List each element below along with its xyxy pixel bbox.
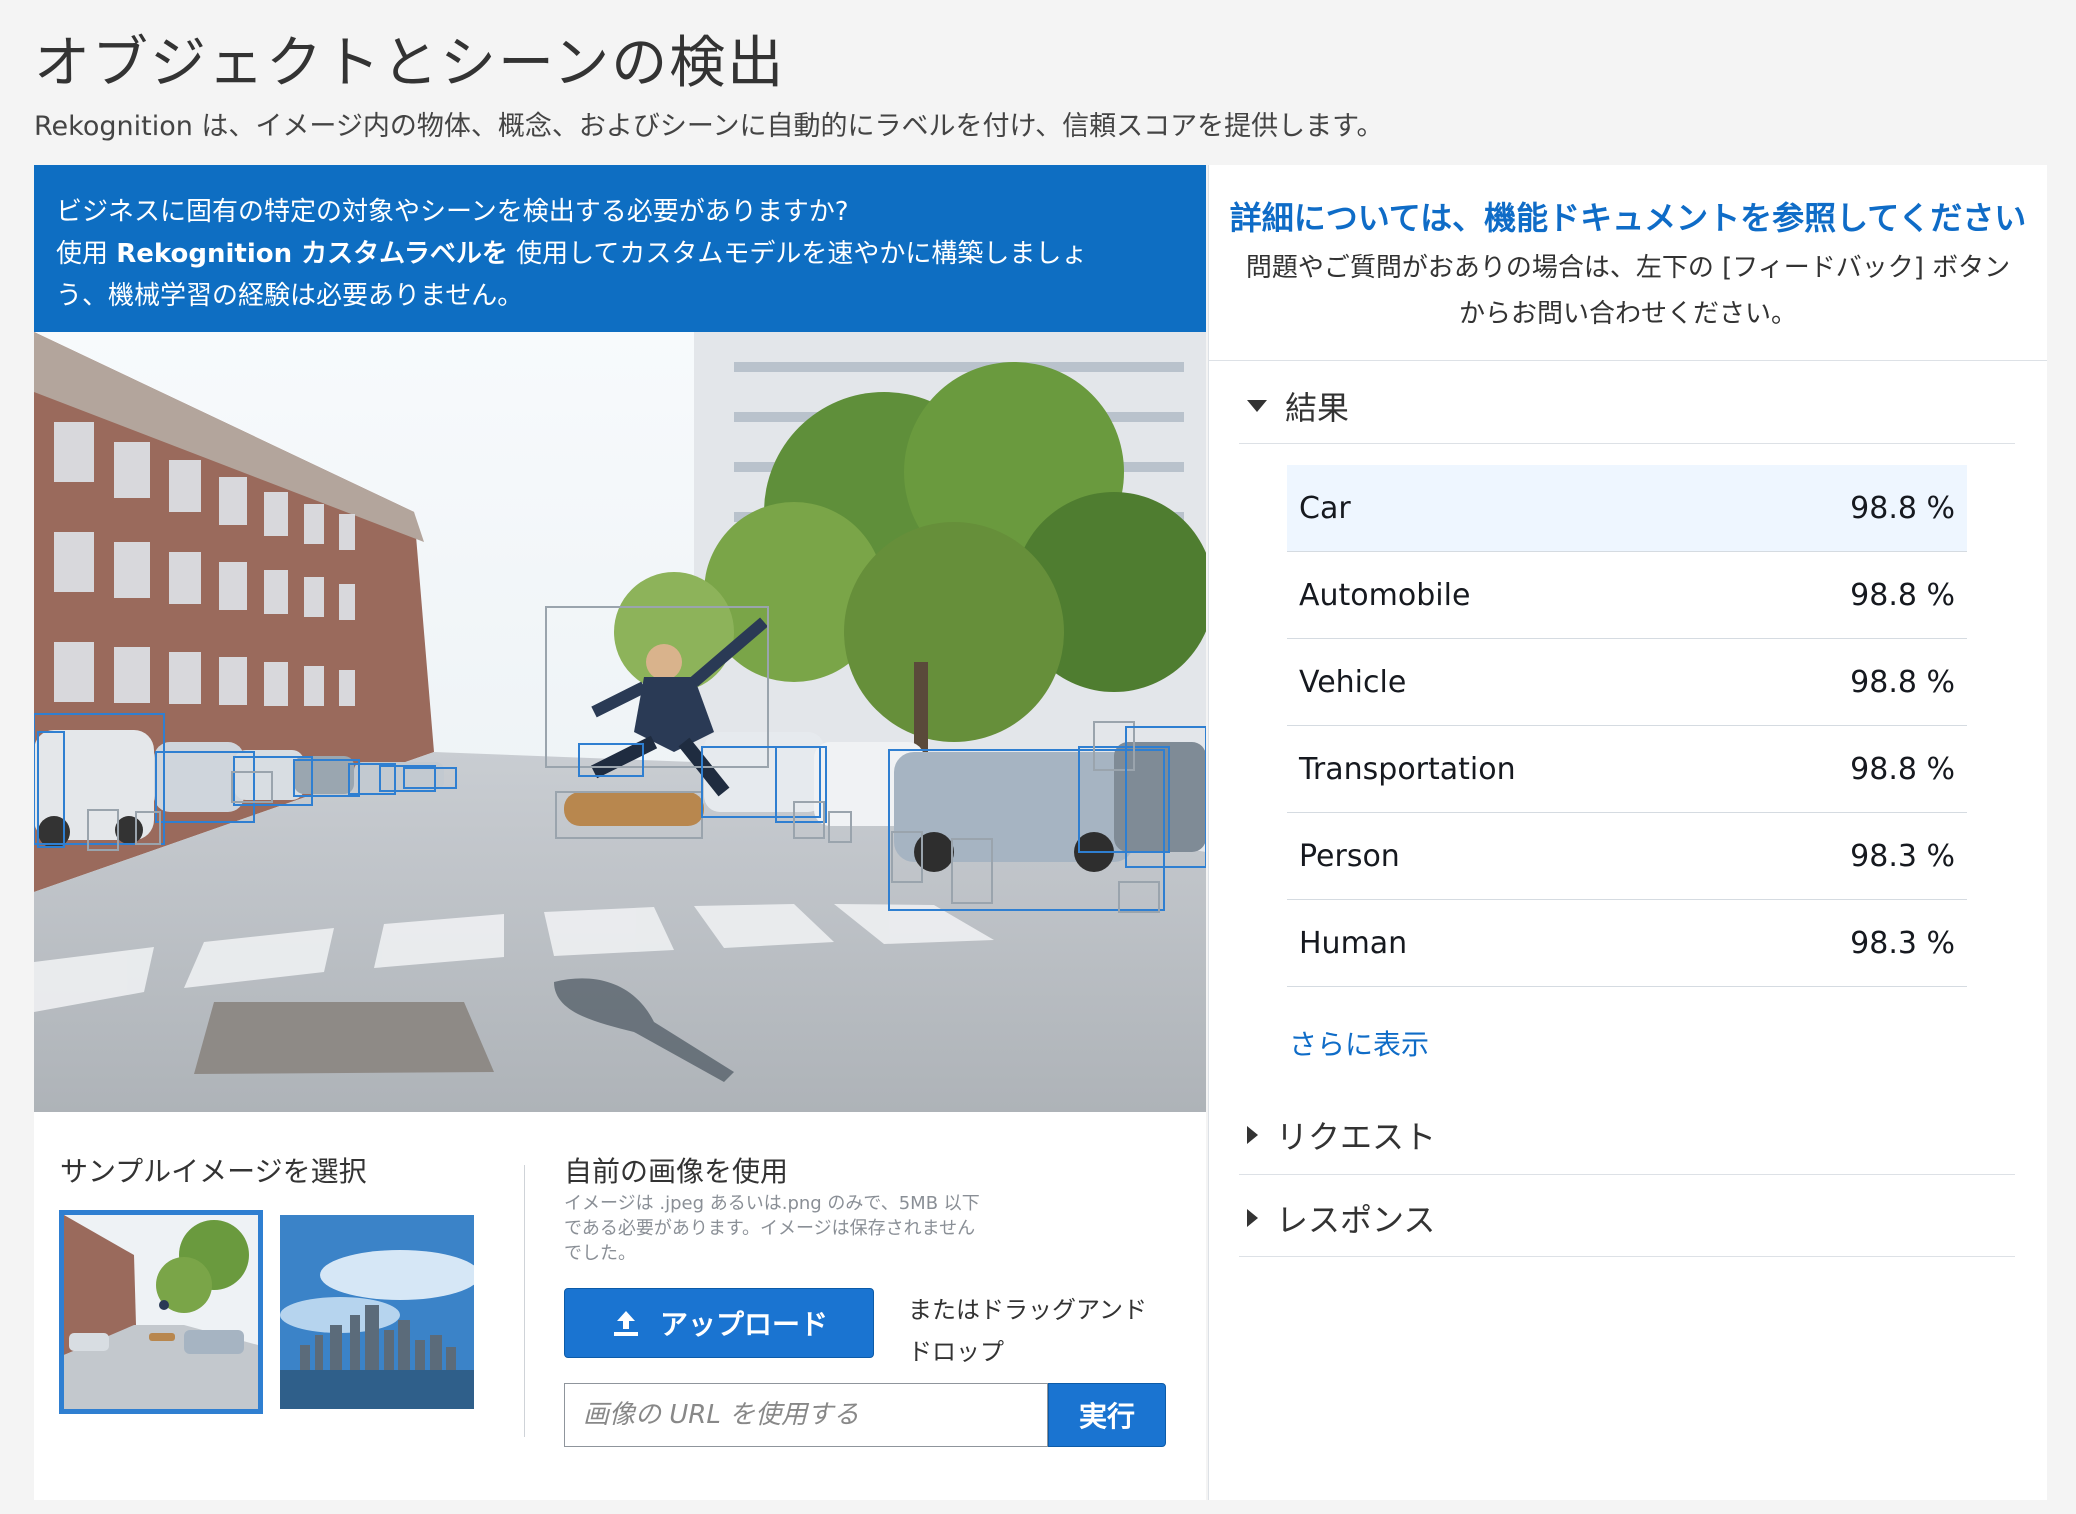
street-scene-image bbox=[34, 332, 1206, 1112]
results-panel: 詳細については、機能ドキュメントを参照してください 問題やご質問がおありの場合は… bbox=[1208, 165, 2047, 1500]
banner-line-2: 使用 Rekognition カスタムラベルを 使用してカスタムモデルを速やかに… bbox=[56, 233, 1184, 275]
result-score: 98.8 % bbox=[1850, 751, 1955, 787]
own-image-note: イメージは .jpeg あるいは.png のみで、5MB 以下である必要がありま… bbox=[564, 1193, 980, 1264]
response-section-label: レスポンス bbox=[1276, 1201, 1436, 1239]
result-label: Person bbox=[1299, 838, 1400, 874]
results-section-toggle[interactable]: 結果 bbox=[1247, 383, 1349, 429]
request-section-divider bbox=[1239, 1174, 2015, 1175]
caret-right-icon bbox=[1247, 1209, 1258, 1227]
banner-line-2-suffix: 使用してカスタムモデルを速やかに構築しましょ bbox=[507, 239, 1088, 269]
result-row[interactable]: Person 98.3 % bbox=[1287, 813, 1967, 900]
banner-line-1: ビジネスに固有の特定の対象やシーンを検出する必要がありますか? bbox=[56, 197, 849, 227]
results-list: Car 98.8 % Automobile 98.8 % Vehicle 98.… bbox=[1287, 465, 1967, 987]
feedback-note-line-1: 問題やご質問がおありの場合は、左下の [フィードバック] ボタン bbox=[1245, 253, 2011, 283]
result-label: Automobile bbox=[1299, 577, 1471, 613]
page-subtitle: Rekognition は、イメージ内の物体、概念、およびシーンに自動的にラベル… bbox=[34, 111, 1384, 142]
response-section-divider bbox=[1239, 1256, 2015, 1257]
panel-separator bbox=[1209, 360, 2047, 361]
run-button[interactable]: 実行 bbox=[1048, 1383, 1166, 1447]
result-score: 98.8 % bbox=[1850, 664, 1955, 700]
show-more-link[interactable]: さらに表示 bbox=[1289, 1023, 1429, 1063]
banner-line-2-bold: Rekognition カスタムラベルを bbox=[116, 239, 508, 269]
result-row[interactable]: Human 98.3 % bbox=[1287, 900, 1967, 987]
upload-button[interactable]: アップロード bbox=[564, 1288, 874, 1358]
drag-and-drop-note: またはドラッグアンドドロップ bbox=[908, 1296, 1148, 1366]
result-score: 98.3 % bbox=[1850, 838, 1955, 874]
result-score: 98.8 % bbox=[1850, 577, 1955, 613]
street-thumbnail bbox=[64, 1215, 258, 1409]
banner-line-2-prefix: 使用 bbox=[56, 239, 117, 269]
page-title: オブジェクトとシーンの検出 bbox=[34, 31, 786, 96]
section-divider bbox=[524, 1165, 525, 1437]
result-label: Vehicle bbox=[1299, 664, 1407, 700]
sample-images-title: サンプルイメージを選択 bbox=[60, 1155, 367, 1188]
sample-image-street[interactable] bbox=[59, 1210, 263, 1414]
result-label: Transportation bbox=[1299, 751, 1516, 787]
upload-icon bbox=[613, 1311, 638, 1336]
result-score: 98.3 % bbox=[1850, 925, 1955, 961]
documentation-link[interactable]: 詳細については、機能ドキュメントを参照してください bbox=[1209, 193, 2047, 239]
skyline-thumbnail bbox=[280, 1215, 474, 1409]
result-label: Human bbox=[1299, 925, 1408, 961]
results-section-divider bbox=[1239, 443, 2015, 444]
banner-line-3: う、機械学習の経験は必要ありません。 bbox=[56, 281, 524, 311]
feedback-note-line-2: からお問い合わせください。 bbox=[1458, 299, 1797, 329]
demo-panel: ビジネスに固有の特定の対象やシーンを検出する必要がありますか? 使用 Rekog… bbox=[34, 165, 1206, 1500]
sample-image-skyline[interactable] bbox=[280, 1215, 474, 1409]
caret-down-icon bbox=[1247, 400, 1267, 412]
request-section-toggle[interactable]: リクエスト bbox=[1247, 1112, 1436, 1158]
result-row[interactable]: Vehicle 98.8 % bbox=[1287, 639, 1967, 726]
caret-right-icon bbox=[1247, 1126, 1258, 1144]
result-row[interactable]: Automobile 98.8 % bbox=[1287, 552, 1967, 639]
custom-labels-banner: ビジネスに固有の特定の対象やシーンを検出する必要がありますか? 使用 Rekog… bbox=[34, 165, 1206, 332]
response-section-toggle[interactable]: レスポンス bbox=[1247, 1195, 1435, 1241]
result-row[interactable]: Car 98.8 % bbox=[1287, 465, 1967, 552]
result-score: 98.8 % bbox=[1850, 490, 1955, 526]
request-section-label: リクエスト bbox=[1276, 1118, 1437, 1156]
image-url-input[interactable] bbox=[564, 1383, 1048, 1447]
own-image-title: 自前の画像を使用 bbox=[564, 1155, 789, 1188]
result-row[interactable]: Transportation 98.8 % bbox=[1287, 726, 1967, 813]
upload-button-label: アップロード bbox=[659, 1308, 828, 1341]
results-section-label: 結果 bbox=[1285, 389, 1350, 427]
result-label: Car bbox=[1299, 490, 1351, 526]
analyzed-image bbox=[34, 332, 1206, 1112]
feedback-note: 問題やご質問がおありの場合は、左下の [フィードバック] ボタン からお問い合わ… bbox=[1209, 245, 2047, 337]
